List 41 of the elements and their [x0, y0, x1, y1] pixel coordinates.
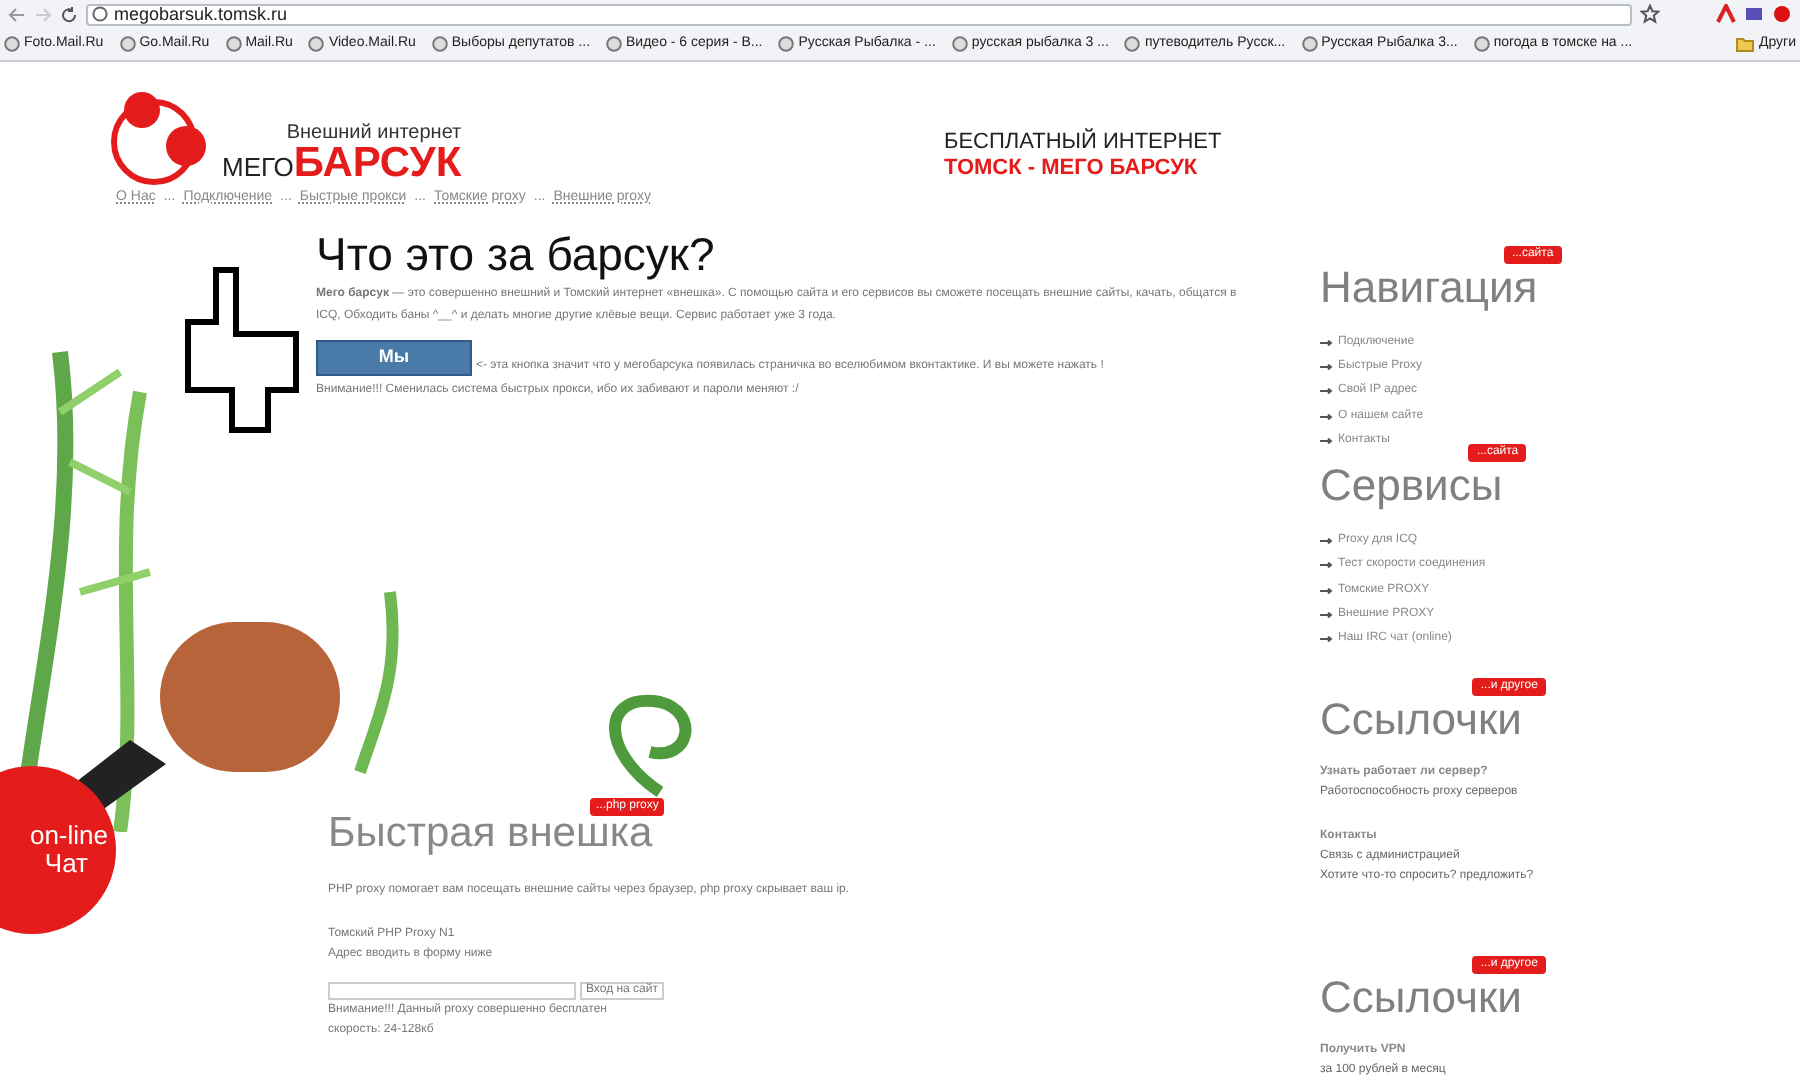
section-title: Сервисы [1320, 462, 1503, 511]
section-title: Быстрая внешка [328, 809, 653, 857]
favicon-icon [308, 36, 325, 52]
logo-prefix: МЕГО [222, 152, 294, 184]
favicon-icon [4, 36, 20, 52]
arrow-icon [1320, 612, 1332, 619]
favicon-icon [951, 36, 968, 52]
arrow-icon [1320, 562, 1332, 569]
favicon-icon [1473, 36, 1490, 52]
url-input-field[interactable] [328, 981, 576, 999]
back-icon[interactable] [8, 5, 26, 23]
favicon-icon [1124, 36, 1141, 52]
favicon-icon [225, 36, 242, 52]
favicon-icon [431, 36, 448, 52]
favicon-icon [1301, 36, 1318, 52]
arrow-icon [1320, 437, 1332, 444]
arrow-icon [1320, 363, 1332, 370]
arrow-icon [1320, 636, 1332, 643]
globe-icon [92, 6, 108, 22]
favicon-icon [119, 36, 136, 52]
reload-icon[interactable] [60, 5, 78, 23]
section-title: Что это за барсук? [316, 227, 717, 281]
logo-subtitle: Внешний интернет [286, 122, 462, 144]
favicon-icon [606, 36, 623, 52]
section-title: Ссылочки [1320, 695, 1522, 744]
vk-button[interactable]: Мы [316, 339, 472, 375]
address-bar[interactable]: megobarsuk.tomsk.ru [86, 3, 1632, 25]
arrow-icon [1320, 538, 1332, 545]
tagline: БЕСПЛАТНЫЙ ИНТЕРНЕТ [944, 130, 1222, 156]
logo-title: БАРСУК [293, 144, 462, 184]
folder-icon [1736, 36, 1755, 52]
star-icon[interactable] [1640, 4, 1660, 24]
tagline-subtitle: ТОМСК - МЕГО БАРСУК [944, 156, 1200, 182]
favicon-icon [778, 36, 795, 52]
chat-badge[interactable]: on-line Чат [0, 766, 116, 934]
section-title: Ссылочки [1320, 973, 1522, 1022]
section-title: Навигация [1320, 264, 1538, 312]
arrow-icon [1320, 587, 1332, 594]
arrow-icon [1320, 413, 1332, 420]
arrow-icon [1320, 339, 1332, 346]
arrow-icon [1320, 388, 1332, 395]
